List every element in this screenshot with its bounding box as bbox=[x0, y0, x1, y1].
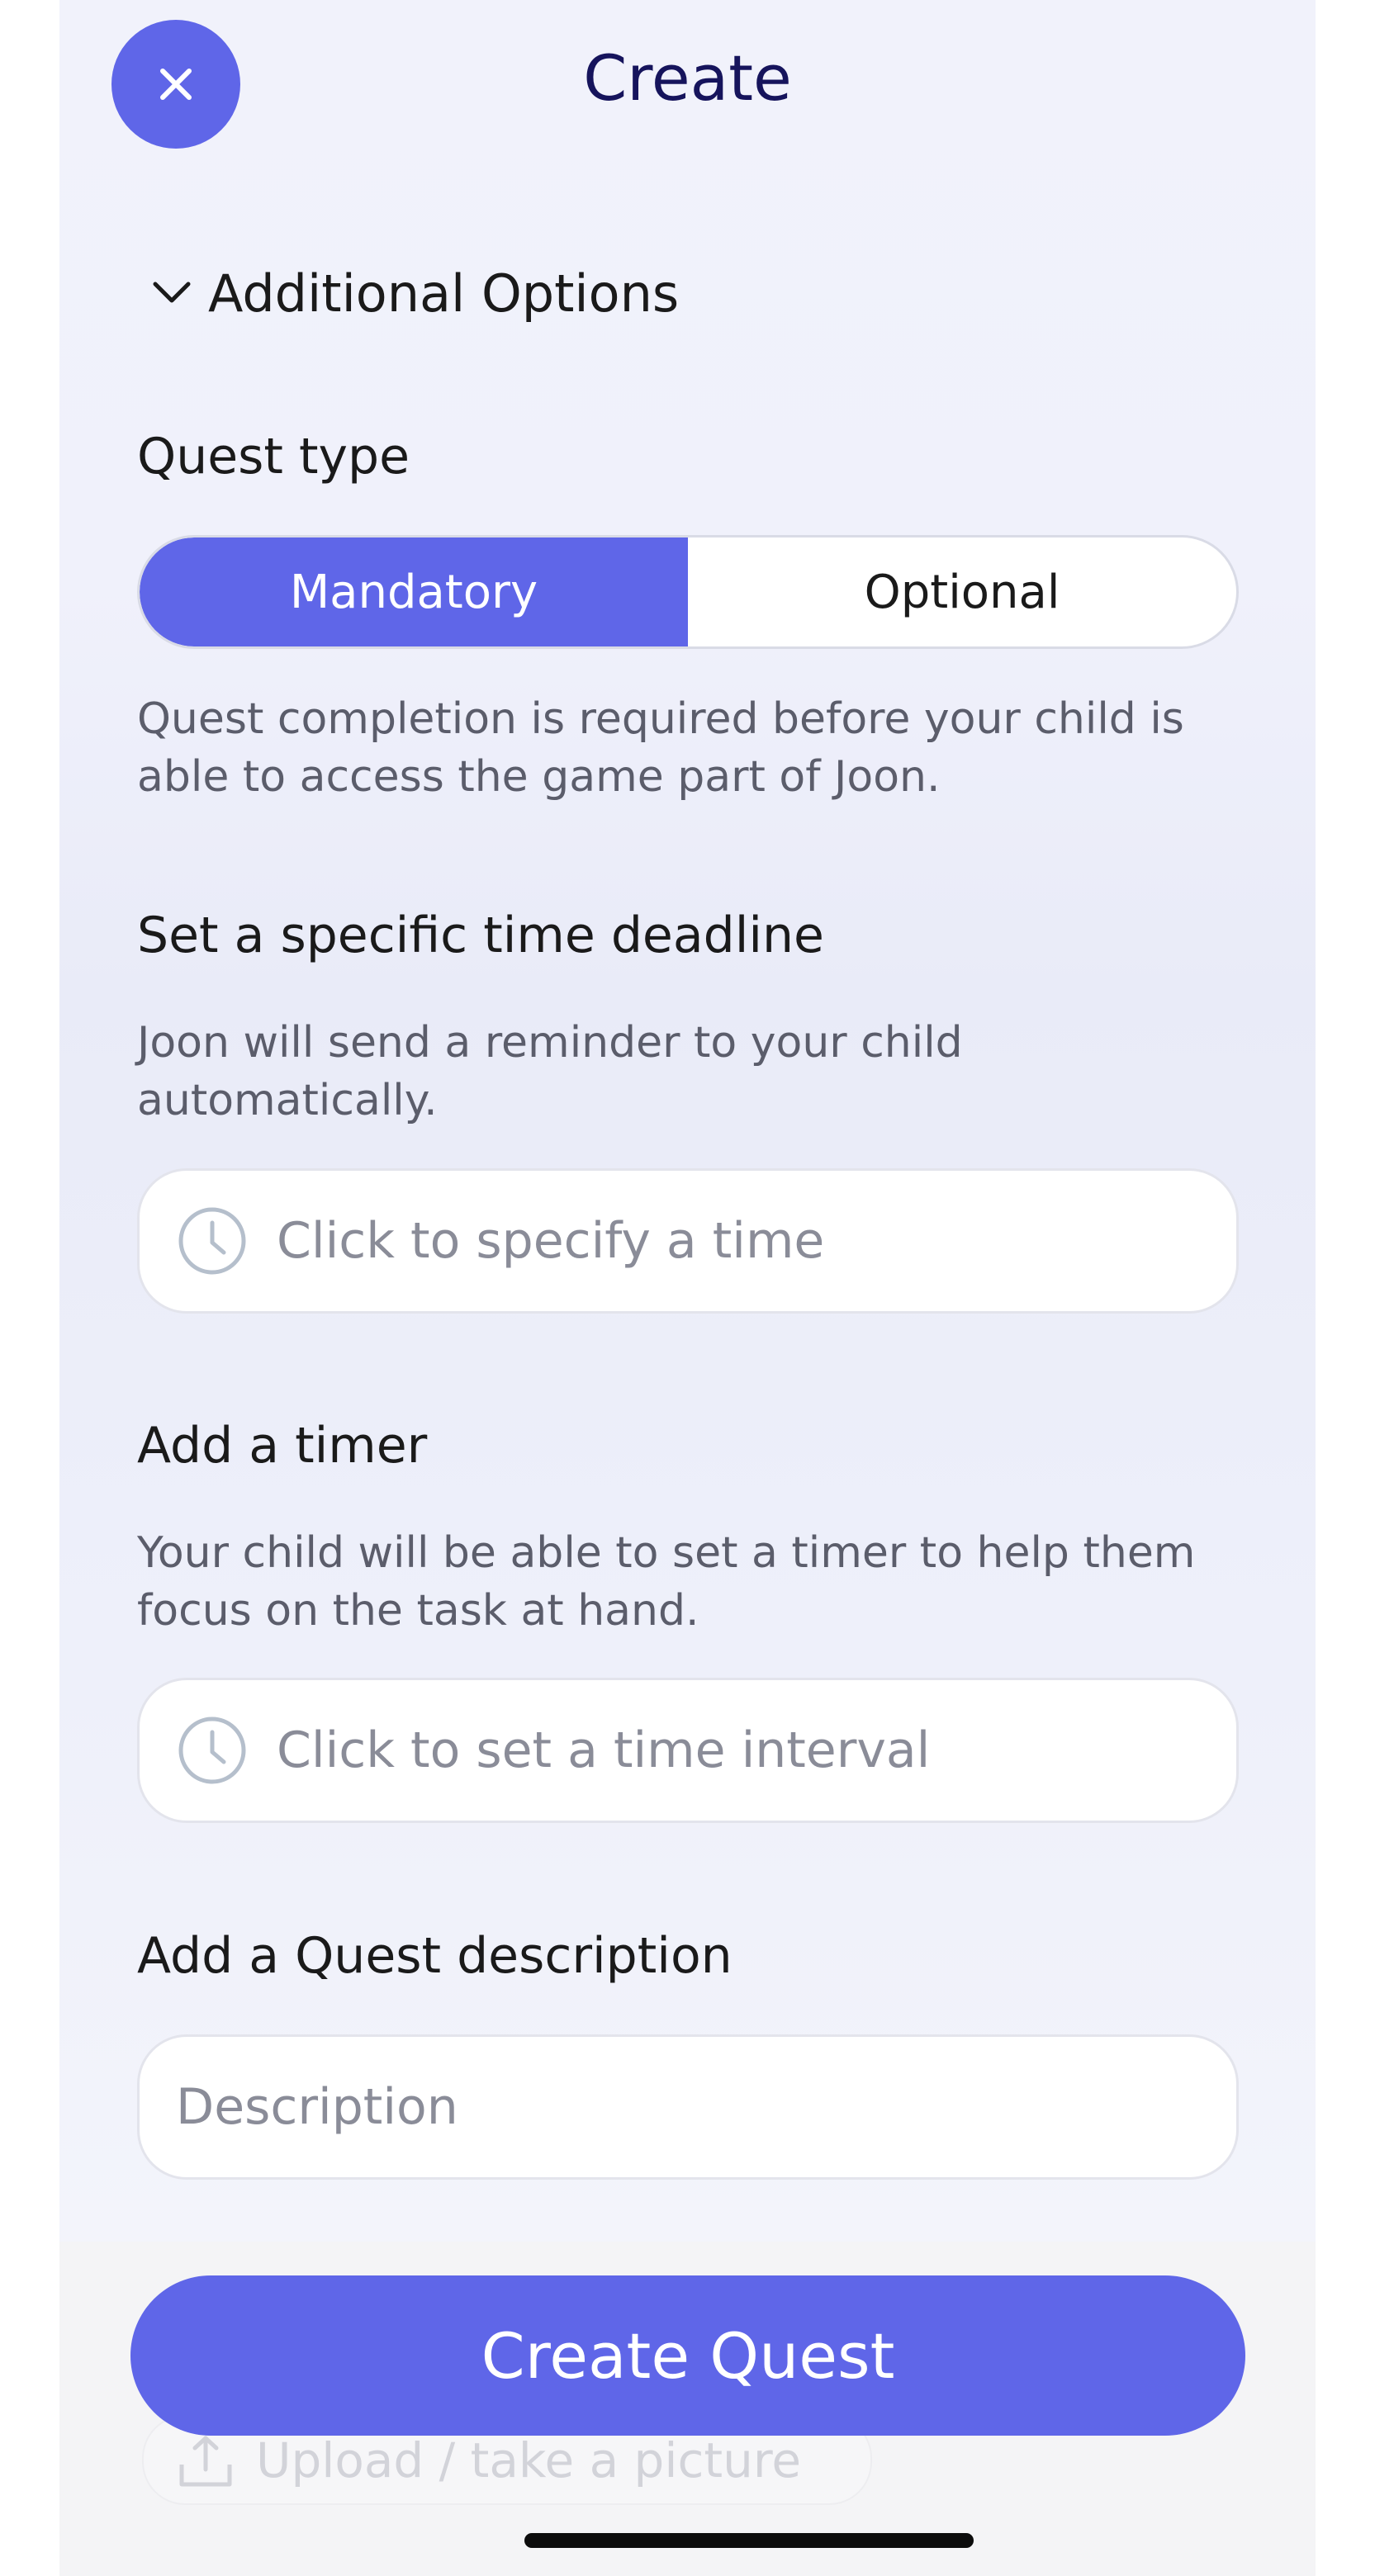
quest-type-label: Quest type bbox=[137, 428, 410, 485]
upload-icon bbox=[177, 2432, 235, 2489]
additional-options-label: Additional Options bbox=[208, 263, 680, 324]
chevron-down-icon bbox=[149, 270, 195, 316]
clock-icon bbox=[178, 1716, 247, 1785]
timer-interval-field[interactable]: Click to set a time interval bbox=[137, 1678, 1239, 1823]
deadline-helper-text: Joon will send a reminder to your child … bbox=[137, 1018, 963, 1125]
quest-type-segmented-control: Mandatory Optional bbox=[137, 535, 1239, 649]
create-sheet: Create Additional Options Quest type Man… bbox=[59, 0, 1316, 2576]
quest-type-optional[interactable]: Optional bbox=[688, 537, 1236, 646]
upload-picture-label: Upload / take a picture bbox=[256, 2432, 802, 2488]
page-title: Create bbox=[583, 41, 792, 115]
home-indicator[interactable] bbox=[524, 2533, 974, 2548]
deadline-label: Set a specific time deadline bbox=[137, 907, 824, 964]
clock-icon bbox=[178, 1206, 247, 1276]
timer-label: Add a timer bbox=[137, 1417, 428, 1475]
quest-type-mandatory[interactable]: Mandatory bbox=[140, 537, 688, 646]
additional-options-toggle[interactable]: Additional Options bbox=[149, 256, 679, 330]
quest-type-helper-text: Quest completion is required before your… bbox=[137, 694, 1184, 802]
timer-helper-text: Your child will be able to set a timer t… bbox=[137, 1528, 1196, 1636]
create-quest-button[interactable]: Create Quest bbox=[130, 2275, 1245, 2436]
deadline-time-placeholder: Click to specify a time bbox=[277, 1212, 825, 1270]
description-placeholder: Description bbox=[176, 2078, 458, 2136]
description-input[interactable]: Description bbox=[137, 2034, 1239, 2180]
deadline-time-field[interactable]: Click to specify a time bbox=[137, 1168, 1239, 1314]
create-quest-screen: Create Additional Options Quest type Man… bbox=[0, 0, 1375, 2576]
timer-interval-placeholder: Click to set a time interval bbox=[277, 1721, 931, 1779]
description-label: Add a Quest description bbox=[137, 1927, 733, 1985]
